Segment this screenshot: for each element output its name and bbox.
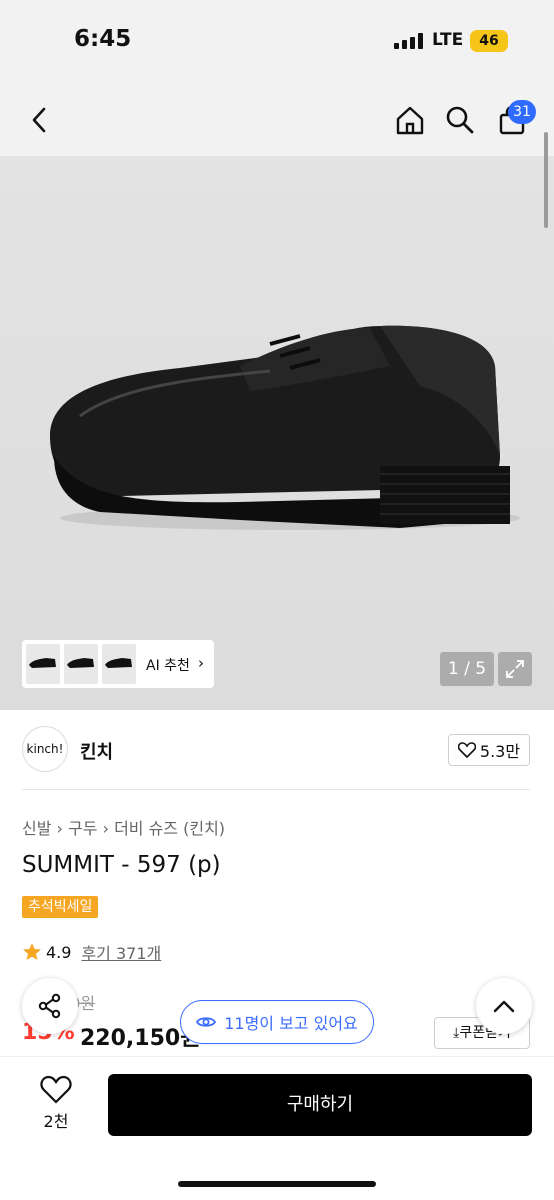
- cart-count-badge: 31: [508, 100, 536, 124]
- breadcrumb-item[interactable]: 신발: [22, 819, 51, 838]
- back-button[interactable]: [20, 100, 60, 140]
- chevron-right-icon: ›: [102, 819, 115, 838]
- star-icon: [23, 943, 41, 960]
- product-image-gallery[interactable]: AI 추천 › 1 / 5: [0, 156, 554, 710]
- chevron-right-icon: ›: [56, 819, 69, 838]
- breadcrumb-item[interactable]: 구두: [68, 819, 97, 838]
- network-type: LTE: [432, 30, 464, 50]
- brand-like-button[interactable]: 5.3만: [448, 734, 530, 766]
- heart-icon: [457, 742, 476, 758]
- home-button[interactable]: [390, 100, 430, 140]
- reviews-link[interactable]: 후기 371개: [81, 940, 161, 964]
- thumbnail-strip[interactable]: AI 추천 ›: [22, 640, 214, 688]
- status-bar: 6:45 LTE 46: [0, 0, 554, 84]
- brand-logo[interactable]: kinch!: [22, 726, 68, 772]
- rating-value: 4.9: [46, 942, 72, 962]
- eye-icon: [196, 1017, 217, 1027]
- rating-row: 4.9 후기 371개: [22, 940, 161, 964]
- viewers-pill: 11명이 보고 있어요: [180, 1000, 374, 1044]
- product-shoe-image: [50, 325, 520, 530]
- battery-icon: 46: [470, 30, 508, 52]
- sale-badge: 추석빅세일: [22, 896, 99, 918]
- breadcrumb: 신발 › 구두 › 더비 슈즈 (킨치): [22, 815, 225, 839]
- wishlist-count: 2천: [43, 1112, 69, 1131]
- expand-button[interactable]: [498, 652, 532, 686]
- buy-button[interactable]: 구매하기: [108, 1074, 532, 1136]
- brand-like-count: 5.3만: [479, 742, 521, 761]
- product-title: SUMMIT - 597 (p): [22, 852, 221, 878]
- wishlist-heart-icon[interactable]: [40, 1074, 72, 1106]
- share-icon: [38, 993, 61, 1019]
- home-icon: [396, 106, 424, 135]
- status-time: 6:45: [74, 26, 132, 52]
- thumbnail-3[interactable]: [102, 644, 136, 684]
- search-button[interactable]: [440, 100, 480, 140]
- share-button[interactable]: [22, 978, 78, 1034]
- thumbnail-1[interactable]: [26, 644, 60, 684]
- scroll-indicator: [544, 132, 548, 228]
- image-pager: 1 / 5: [440, 652, 494, 686]
- breadcrumb-item[interactable]: 더비 슈즈 (킨치): [114, 819, 225, 838]
- scroll-top-button[interactable]: [476, 978, 532, 1034]
- viewers-text: 11명이 보고 있어요: [224, 1014, 358, 1033]
- chevron-up-icon: [493, 1000, 515, 1013]
- signal-icon: [394, 33, 424, 49]
- expand-icon: [506, 660, 524, 678]
- search-icon: [446, 106, 474, 134]
- divider: [22, 789, 530, 790]
- brand-name[interactable]: 킨치: [80, 738, 113, 764]
- nav-bar: [0, 84, 554, 156]
- thumbnail-2[interactable]: [64, 644, 98, 684]
- chevron-right-icon: ›: [198, 654, 204, 672]
- chevron-left-icon: [32, 107, 46, 133]
- ai-recommend-label[interactable]: AI 추천: [146, 655, 190, 675]
- home-indicator: [178, 1181, 376, 1187]
